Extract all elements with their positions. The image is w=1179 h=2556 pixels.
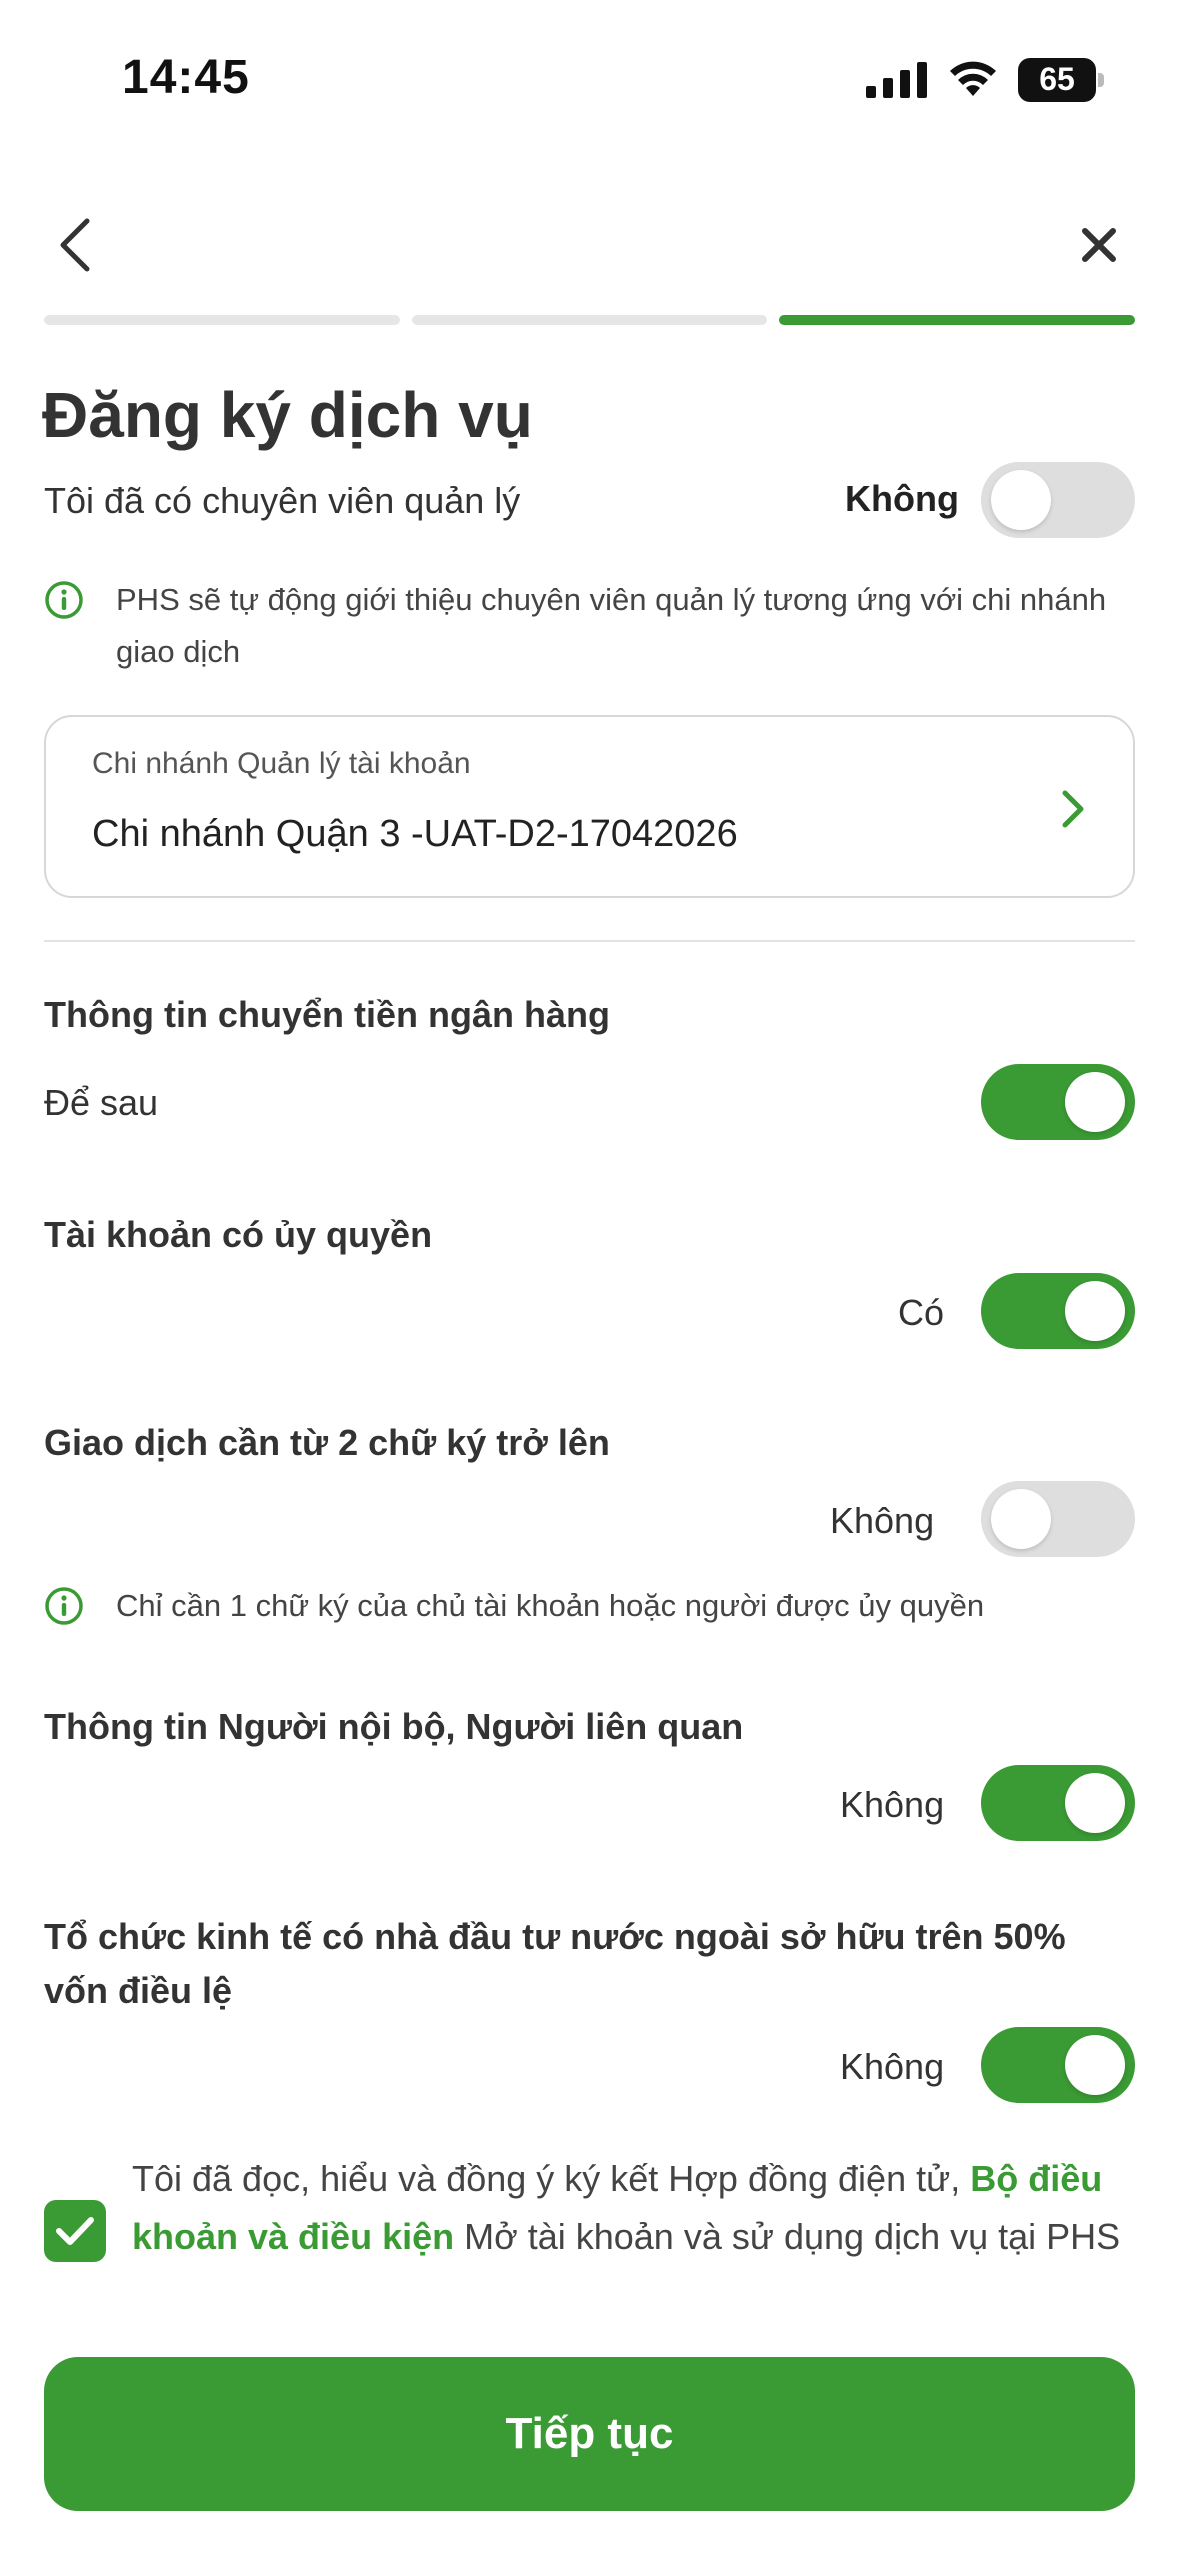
progress-step-1 — [44, 315, 400, 325]
foreign-value: Không — [840, 2046, 945, 2087]
manager-info: PHS sẽ tự động giới thiệu chuyên viên qu… — [44, 574, 1144, 684]
insider-title: Thông tin Người nội bộ, Người liên quan — [44, 1706, 744, 1747]
manager-row: Tôi đã có chuyên viên quản lý Không — [44, 462, 1135, 538]
progress-step-3 — [779, 315, 1136, 325]
manager-value: Không — [845, 478, 959, 519]
page-title: Đăng ký dịch vụ — [42, 379, 533, 451]
bank-value: Để sau — [44, 1082, 159, 1123]
multi-sign-value: Không — [830, 1500, 935, 1541]
manager-toggle[interactable] — [981, 462, 1135, 538]
insider-value: Không — [840, 1784, 945, 1825]
info-icon — [45, 581, 83, 619]
agreement-checkbox[interactable] — [44, 2200, 106, 2262]
step-progress — [44, 315, 1136, 325]
agreement-text: Tôi đã đọc, hiểu và đồng ý ký kết Hợp đồ… — [132, 2150, 1152, 2266]
back-button[interactable] — [40, 210, 110, 280]
branch-value: Chi nhánh Quận 3 -UAT-D2-17042026 — [92, 813, 738, 855]
status-time: 14:45 — [122, 51, 250, 104]
multi-sign-toggle[interactable] — [981, 1481, 1135, 1557]
branch-selector[interactable]: Chi nhánh Quản lý tài khoản Chi nhánh Qu… — [44, 715, 1135, 898]
close-button[interactable] — [1064, 210, 1134, 280]
continue-button[interactable]: Tiếp tục — [44, 2357, 1135, 2511]
divider — [44, 940, 1135, 942]
manager-info-text: PHS sẽ tự động giới thiệu chuyên viên qu… — [116, 582, 1107, 669]
battery-level: 65 — [1039, 61, 1075, 97]
multi-sign-info: Chỉ cần 1 chữ ký của chủ tài khoản hoặc … — [44, 1580, 1144, 1640]
authorized-toggle[interactable] — [981, 1273, 1135, 1349]
cellular-signal-icon — [866, 62, 927, 98]
authorized-value: Có — [898, 1292, 945, 1333]
status-bar: 14:45 65 — [0, 0, 1179, 160]
foreign-title: Tổ chức kinh tế có nhà đầu tư nước ngoài… — [44, 1916, 1066, 2011]
foreign-toggle[interactable] — [981, 2027, 1135, 2103]
multi-sign-title: Giao dịch cần từ 2 chữ ký trở lên — [44, 1422, 610, 1463]
top-nav — [0, 190, 1179, 290]
branch-label: Chi nhánh Quản lý tài khoản — [92, 747, 471, 780]
chevron-right-icon — [1062, 790, 1084, 828]
authorized-title: Tài khoản có ủy quyền — [44, 1214, 433, 1255]
insider-toggle[interactable] — [981, 1765, 1135, 1841]
chevron-left-icon — [60, 218, 90, 272]
agreement: Tôi đã đọc, hiểu và đồng ý ký kết Hợp đồ… — [44, 2150, 1144, 2310]
info-icon — [45, 1587, 83, 1625]
agreement-prefix: Tôi đã đọc, hiểu và đồng ý ký kết Hợp đồ… — [132, 2158, 961, 2199]
bank-title: Thông tin chuyển tiền ngân hàng — [44, 994, 610, 1035]
wifi-icon — [950, 61, 996, 96]
progress-step-2 — [411, 315, 768, 325]
bank-toggle[interactable] — [981, 1064, 1135, 1140]
manager-label: Tôi đã có chuyên viên quản lý — [44, 480, 521, 521]
battery-icon: 65 — [1018, 58, 1104, 102]
agreement-suffix: Mở tài khoản và sử dụng dịch vụ tại PHS — [464, 2216, 1121, 2257]
check-icon — [56, 2217, 94, 2245]
multi-sign-info-text: Chỉ cần 1 chữ ký của chủ tài khoản hoặc … — [116, 1588, 985, 1623]
close-icon — [1082, 228, 1116, 262]
